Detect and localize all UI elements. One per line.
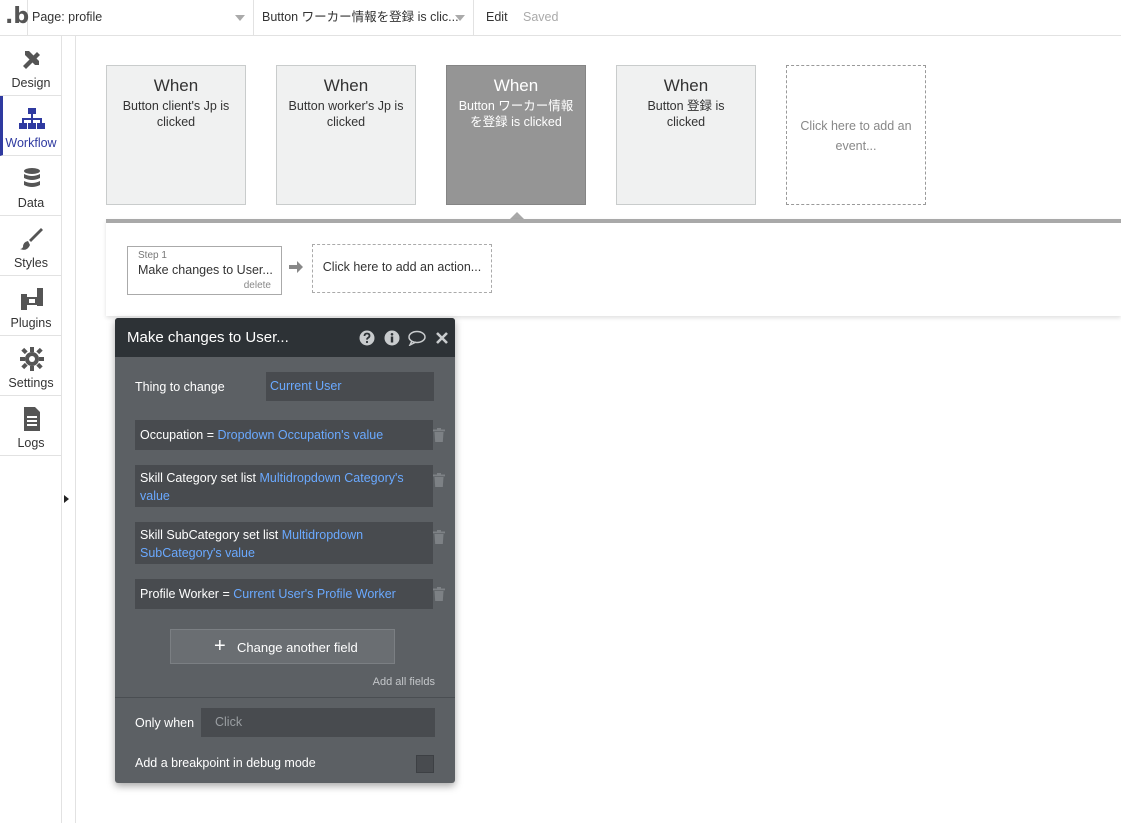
event-when-label: When <box>663 76 709 95</box>
event-when-label: When <box>153 76 199 95</box>
add-action-label: Click here to add an action... <box>322 260 482 274</box>
only-when-input[interactable]: Click <box>201 708 435 737</box>
gear-icon <box>20 347 44 371</box>
sidebar-collapse-toggle[interactable] <box>64 495 69 503</box>
add-event-label: Click here to add an event... <box>800 119 912 153</box>
sidebar-item-label: Plugins <box>10 316 52 330</box>
change-another-field-button[interactable]: + Change another field <box>170 629 395 664</box>
sidebar-item-design[interactable]: Design <box>0 36 62 96</box>
close-icon[interactable] <box>435 331 449 345</box>
sidebar-item-plugins[interactable]: Plugins <box>0 276 62 336</box>
plugin-icon <box>21 288 43 310</box>
step-delete-link[interactable]: delete <box>244 280 271 291</box>
only-when-placeholder: Click <box>215 715 243 729</box>
document-icon <box>24 407 40 431</box>
event-when-label: When <box>493 76 539 95</box>
field-change-row[interactable]: Occupation = Dropdown Occupation's value <box>135 420 433 450</box>
trash-icon[interactable] <box>433 428 445 442</box>
field-value: Dropdown Occupation's value <box>217 428 384 442</box>
sidebar-item-data[interactable]: Data <box>0 156 62 216</box>
help-icon[interactable] <box>359 330 375 346</box>
brush-icon <box>20 228 43 250</box>
thing-to-change-value: Current User <box>270 379 342 393</box>
trash-icon[interactable] <box>433 587 445 601</box>
event-selector-label: Button ワーカー情報を登録 is clic... <box>262 10 459 24</box>
workflow-icon <box>19 108 45 129</box>
canvas-divider <box>75 36 76 823</box>
add-all-fields-link[interactable]: Add all fields <box>373 676 435 688</box>
only-when-label: Only when <box>135 716 195 730</box>
sidebar-item-styles[interactable]: Styles <box>0 216 62 276</box>
sidebar-item-label: Data <box>17 196 45 210</box>
trash-icon[interactable] <box>433 473 445 487</box>
field-name: Skill Category set list <box>140 471 257 485</box>
field-change-row[interactable]: Skill Category set list Multidropdown Ca… <box>135 465 433 507</box>
thing-to-change-field[interactable]: Current User <box>266 372 434 401</box>
logo-text: .b <box>5 4 30 29</box>
save-status: Saved <box>523 10 559 24</box>
workflow-event-selector[interactable]: Button ワーカー情報を登録 is clic... <box>254 0 474 36</box>
field-change-row[interactable]: Profile Worker = Current User's Profile … <box>135 579 433 609</box>
breakpoint-checkbox[interactable] <box>416 755 434 773</box>
chevron-down-icon <box>235 15 245 21</box>
database-icon <box>24 168 40 187</box>
event-description: Button 登録 is clicked <box>647 99 725 129</box>
info-icon[interactable] <box>384 330 400 346</box>
action-property-editor: Make changes to User... Thing to change … <box>115 318 455 783</box>
add-action-button[interactable]: Click here to add an action... <box>312 244 492 293</box>
change-another-field-label: Change another field <box>237 640 358 655</box>
event-description: Button ワーカー情報を登録 is clicked <box>458 99 574 129</box>
event-card[interactable]: When Button 登録 is clicked <box>616 65 756 205</box>
field-operator: = <box>203 428 218 442</box>
sidebar-item-label: Logs <box>17 436 45 450</box>
sidebar-item-label: Settings <box>8 376 54 390</box>
thing-to-change-label: Thing to change <box>135 380 225 394</box>
plus-icon: + <box>214 635 226 657</box>
add-event-button[interactable]: Click here to add an event... <box>786 65 926 205</box>
top-toolbar: .b Page: profile Button ワーカー情報を登録 is cli… <box>0 0 1121 36</box>
bubble-logo[interactable]: .b <box>0 0 30 36</box>
event-card[interactable]: When Button worker's Jp is clicked <box>276 65 416 205</box>
design-icon <box>23 51 40 69</box>
field-name: Skill SubCategory set list <box>140 528 279 542</box>
page-selector[interactable]: Page: profile <box>28 0 254 36</box>
sidebar-item-workflow[interactable]: Workflow <box>0 96 62 156</box>
event-card[interactable]: When Button client's Jp is clicked <box>106 65 246 205</box>
chevron-down-icon <box>455 15 465 21</box>
step-title: Make changes to User... <box>138 263 273 277</box>
editor-header: Make changes to User... <box>115 318 455 357</box>
sidebar-item-settings[interactable]: Settings <box>0 336 62 396</box>
event-when-label: When <box>323 76 369 95</box>
breakpoint-label: Add a breakpoint in debug mode <box>135 756 316 770</box>
field-name: Occupation <box>140 428 204 442</box>
step-number: Step 1 <box>138 250 167 261</box>
event-description: Button client's Jp is clicked <box>122 99 230 129</box>
left-sidebar: Design Workflow Data Styles Plugins Sett… <box>0 36 62 823</box>
page-selector-label: Page: profile <box>32 10 103 24</box>
divider <box>115 697 455 698</box>
event-card-selected[interactable]: When Button ワーカー情報を登録 is clicked <box>446 65 586 205</box>
arrow-right-icon <box>289 261 303 273</box>
comment-icon[interactable] <box>408 330 426 346</box>
field-value: Current User's Profile Worker <box>233 587 396 601</box>
sidebar-item-logs[interactable]: Logs <box>0 396 62 456</box>
editor-title: Make changes to User... <box>127 329 289 346</box>
step-card[interactable]: Step 1 Make changes to User... delete <box>127 246 282 295</box>
sidebar-item-label: Styles <box>13 256 49 270</box>
field-name: Profile Worker <box>140 587 219 601</box>
sidebar-item-label: Workflow <box>5 136 57 150</box>
event-description: Button worker's Jp is clicked <box>288 99 404 129</box>
field-change-row[interactable]: Skill SubCategory set list Multidropdown… <box>135 522 433 564</box>
trash-icon[interactable] <box>433 530 445 544</box>
sidebar-item-label: Design <box>11 76 51 90</box>
field-operator: = <box>218 587 234 601</box>
edit-menu[interactable]: Edit <box>486 10 508 24</box>
